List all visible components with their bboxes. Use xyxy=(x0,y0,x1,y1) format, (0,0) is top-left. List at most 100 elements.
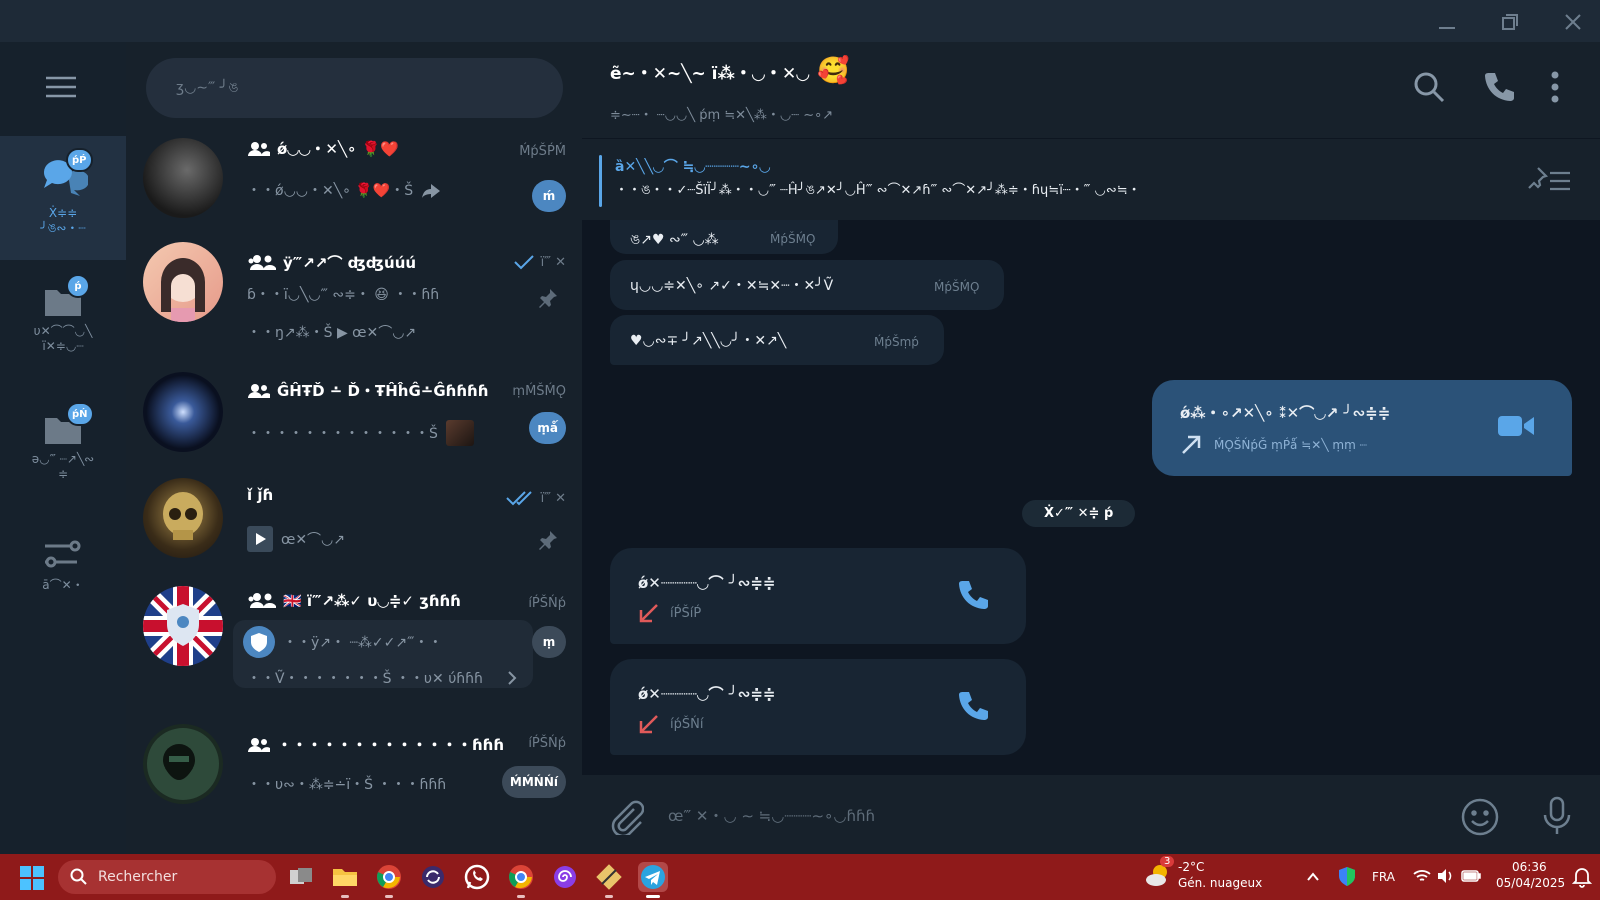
main-menu-button[interactable] xyxy=(44,74,78,104)
battery-icon[interactable] xyxy=(1460,868,1482,884)
folder-all-chats[interactable]: ṕṔ Ẋ≑≑ ╯ঙ∾・┈ xyxy=(0,136,126,260)
sync-app[interactable] xyxy=(418,862,448,892)
weather-description: Gén. nuageux xyxy=(1178,876,1263,890)
defender-shield-icon[interactable] xyxy=(1338,866,1356,886)
voice-message-button[interactable] xyxy=(1540,795,1574,841)
avatar xyxy=(143,242,223,322)
chrome-icon xyxy=(509,865,533,889)
more-options-button[interactable] xyxy=(1548,70,1562,108)
message-bubble[interactable]: ɥ◡◡≑✕╲∘ ↗✓・✕≒✕┈・✕╯Ṽ ḾṕŠḾǪ xyxy=(610,260,1004,310)
message-bubble[interactable]: ♥◡∾∓ ╯↗╲╲◡╯・✕↗╲ ḾṕŠṃṕ xyxy=(610,315,944,365)
chat-time: íṔŠŃṕ xyxy=(528,596,566,611)
minimize-button[interactable] xyxy=(1427,8,1467,36)
smiling-face-hearts-emoji: 🥰 xyxy=(817,56,850,86)
attach-button[interactable] xyxy=(606,797,645,839)
message-input[interactable]: œ‴ ✕・◡ ∼ ≒◡┈┈┈∼∘◡ɦɦɦ xyxy=(668,805,875,826)
chat-item[interactable]: ǿ◡◡・✕╲∘ 🌹❤️ ḾṕŠṔḾ ・・ǿ◡◡・✕╲∘ 🌹❤️・Š ḿ xyxy=(126,138,582,238)
message-bubble[interactable]: ঙ↗♥ ∾‴ ◡⁂ ḾṕŠḾǪ xyxy=(610,220,838,254)
anime-avatar-image xyxy=(161,258,205,322)
chrome-profile-app[interactable] xyxy=(506,862,536,898)
search-icon xyxy=(70,868,87,885)
sync-icon xyxy=(422,866,444,888)
video-camera-icon[interactable] xyxy=(1496,412,1536,440)
unread-badge: ṃ xyxy=(532,626,566,658)
phone-icon[interactable] xyxy=(956,578,992,614)
folder-2[interactable]: ṕ υ✕⌒⌒◡╲ ï✕≑◡┈ xyxy=(0,274,126,384)
conversation-pane: ẽ∼・✕∼╲∼ ï⁂・◡・✕◡ 🥰 ≑∼┈・ ┈◡◡╲ ṕṃ ≒✕╲⁂・◡┈ ∼… xyxy=(582,42,1600,854)
chat-list-panel: ʒ◡∼‴ ╯ঙ ǿ◡◡・✕╲∘ 🌹❤️ ḾṕŠṔḾ ・・ǿ◡◡・✕╲∘ 🌹❤️・… xyxy=(126,42,582,854)
input-language[interactable]: FRA xyxy=(1372,870,1395,884)
chat-time: ï‴ ✕ xyxy=(513,254,566,270)
volume-icon[interactable] xyxy=(1436,868,1456,884)
chat-item[interactable]: 🇬🇧 ï‴↗⁂✓ υ◡≑✓ ʒɦɦɦ íṔŠŃṕ ・・ÿ↗・ ┈⁂✓✓↗‴・・ … xyxy=(126,586,582,716)
clock-time[interactable]: 06:36 xyxy=(1512,860,1547,874)
telegram-app[interactable] xyxy=(638,862,668,898)
task-view-button[interactable] xyxy=(286,862,316,892)
chevron-up-icon[interactable] xyxy=(1306,870,1320,882)
missed-call-bubble[interactable]: ǿ✕┈┈┈┈◡⌒ ╯∾≑≑ íṕŠŃí xyxy=(610,659,1026,755)
arrow-missed-icon xyxy=(639,604,658,623)
chat-item[interactable]: ǐ ǰɦ ï‴ ✕ œ✕⌒◡↗ xyxy=(126,478,582,578)
call-meta: ḾǪŠŃṕǦ ṃṔǻ ≒✕╲ ṃṃ ┈ xyxy=(1214,438,1367,452)
chat-time: ḾṕŠṔḾ xyxy=(519,144,566,159)
chat-item[interactable]: ÿ‴↗↗⌒ ʤʤúúú ï‴ ✕ ɓ・・ï◡╲◡‴ ∾≑・ 😆 ・・ɦɦ ・・ŋ… xyxy=(126,238,582,368)
message-time: ḾṕŠṃṕ xyxy=(874,335,919,349)
chat-title: ・・・・・・・・・・・・・ɦɦɦ xyxy=(247,734,504,755)
chat-header: ẽ∼・✕∼╲∼ ï⁂・◡・✕◡ 🥰 ≑∼┈・ ┈◡◡╲ ṕṃ ≒✕╲⁂・◡┈ ∼… xyxy=(582,42,1600,138)
chat-preview: œ✕⌒◡↗ xyxy=(247,526,345,552)
chat-title-text: 🇬🇧 ï‴↗⁂✓ υ◡≑✓ ʒɦɦɦ xyxy=(283,592,461,610)
chat-preview-secondary: ・・Ṽ・・・・・・・Š ・・υ✕ ύɦɦɦ xyxy=(247,671,483,687)
notification-bell-icon[interactable] xyxy=(1572,866,1592,888)
chat-preview: ɓ・・ï◡╲◡‴ ∾≑・ 😆 ・・ɦɦ xyxy=(247,287,440,303)
file-explorer-app[interactable] xyxy=(330,862,360,898)
tool-app[interactable] xyxy=(594,862,624,898)
phone-icon[interactable] xyxy=(956,689,992,725)
emoji-button[interactable] xyxy=(1460,797,1500,841)
avatar xyxy=(143,372,223,452)
chat-preview: ・・・・・・・・・・・・・Š xyxy=(247,420,474,446)
search-icon xyxy=(1414,72,1445,103)
more-vertical-icon xyxy=(1551,71,1559,103)
call-meta: íṕŠŃí xyxy=(638,713,703,735)
chat-preview: ・・ÿ↗・ ┈⁂✓✓↗‴・・ xyxy=(243,626,442,658)
weather-widget[interactable]: 3 xyxy=(1144,856,1175,892)
start-button[interactable] xyxy=(20,866,44,894)
running-indicator xyxy=(385,895,393,898)
chevron-right-icon[interactable] xyxy=(506,670,518,686)
chat-item[interactable]: ĜĤŦĎ ∸ Ď・ŦĤĥĜ∸Ĝɦɦɦɦ ṃḾŠḾǪ ・・・・・・・・・・・・・Š… xyxy=(126,372,582,472)
chat-preview-text: ・・ÿ↗・ ┈⁂✓✓↗‴・・ xyxy=(283,635,443,651)
folder-edit[interactable]: ā⌒✕・ xyxy=(0,528,126,608)
active-indicator xyxy=(646,895,660,898)
folder-3[interactable]: ṕŃ ǝ◡‴ ┈↗╲∾ ≑ xyxy=(0,402,126,512)
chat-header-title[interactable]: ẽ∼・✕∼╲∼ ï⁂・◡・✕◡ 🥰 xyxy=(610,56,850,86)
message-composer: œ‴ ✕・◡ ∼ ≒◡┈┈┈∼∘◡ɦɦɦ xyxy=(582,774,1600,854)
outgoing-call-bubble[interactable]: ǿ⁂・∘↗✕╲∘ ⁑✕⌒◡↗ ╯∾≑≑ ḾǪŠŃṕǦ ṃṔǻ ≒✕╲ ṃṃ ┈ xyxy=(1152,380,1572,476)
whatsapp-app[interactable] xyxy=(462,862,492,892)
avatar xyxy=(143,586,223,666)
chat-title-text: ÿ‴↗↗⌒ ʤʤúúú xyxy=(283,254,417,272)
close-button[interactable] xyxy=(1553,8,1593,36)
call-button[interactable] xyxy=(1482,70,1516,108)
clock-date[interactable]: 05/04/2025 xyxy=(1496,876,1565,890)
search-input[interactable]: ʒ◡∼‴ ╯ঙ xyxy=(146,58,563,118)
phone-icon xyxy=(1485,73,1514,101)
chat-item[interactable]: ・・・・・・・・・・・・・ɦɦɦ íṔŠŃṕ ・・υ∾・⁂≑∸ï・Š ・・・ɦɦ… xyxy=(126,720,582,820)
pinned-message-bar[interactable]: ȁ✕╲╲◡⌒ ≒◡┈┈┈┈∼∘◡ ・・ঙ・・✓┈ŠïÏ╯⁂・・◡‴ ┈Ĥ╯ঙ↗✕… xyxy=(582,138,1600,220)
chat-preview-text: ・・・・・・・・・・・・・Š xyxy=(247,426,438,442)
search-button[interactable] xyxy=(1412,70,1446,108)
maximize-button[interactable] xyxy=(1490,8,1530,36)
pin-icon xyxy=(539,289,557,308)
media-app[interactable] xyxy=(550,862,580,892)
windows-logo-icon xyxy=(20,866,44,890)
taskbar-search[interactable]: Rechercher xyxy=(58,860,276,894)
pinned-list-button[interactable] xyxy=(1526,165,1572,199)
chrome-app[interactable] xyxy=(374,862,404,898)
message-text: ঙ↗♥ ∾‴ ◡⁂ xyxy=(630,232,719,248)
arrow-missed-icon xyxy=(639,715,658,734)
folder-unread-badge: ṕŃ xyxy=(66,402,94,426)
wifi-icon[interactable] xyxy=(1412,868,1432,884)
group-icon xyxy=(248,254,276,270)
missed-call-bubble[interactable]: ǿ✕┈┈┈┈◡⌒ ╯∾≑≑ íṔŠíṔ xyxy=(610,548,1026,644)
play-icon xyxy=(256,533,266,545)
paperclip-icon xyxy=(611,800,645,838)
